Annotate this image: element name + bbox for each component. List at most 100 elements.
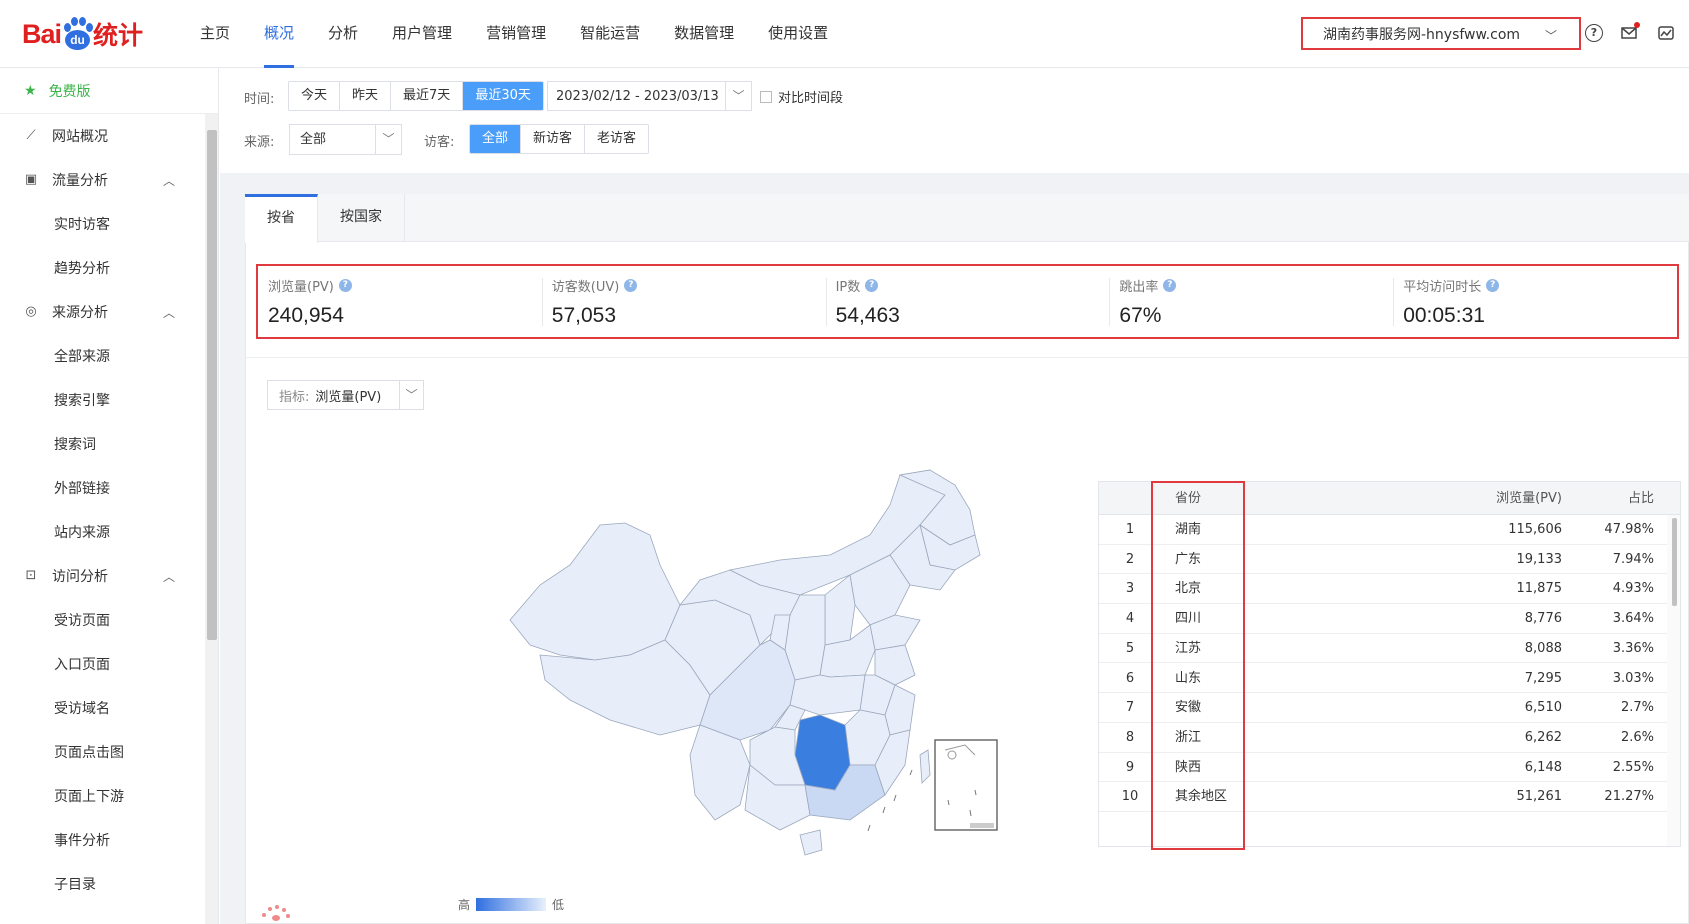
- row-pv: 6,148: [1524, 759, 1562, 775]
- sidebar-item-label: 受访域名: [54, 701, 110, 717]
- nav-item-settings[interactable]: 使用设置: [768, 0, 828, 68]
- table-scrollbar-thumb[interactable]: [1672, 518, 1677, 606]
- mail-icon[interactable]: [1620, 22, 1640, 42]
- sidebar-item[interactable]: 搜索词: [0, 422, 205, 466]
- sidebar-item-label: 入口页面: [54, 657, 110, 673]
- metric-value: 67%: [1119, 304, 1162, 327]
- sidebar-item-label: 外部链接: [54, 481, 110, 497]
- question-icon[interactable]: ?: [1486, 279, 1500, 292]
- row-share: 47.98%: [1604, 522, 1654, 537]
- sidebar-item[interactable]: 站内来源: [0, 510, 205, 554]
- metric-ip: IP数? 54,463: [825, 266, 1110, 337]
- metric-label: 平均访问时长: [1403, 280, 1482, 295]
- sidebar-item[interactable]: 全部来源: [0, 334, 205, 378]
- sidebar-item[interactable]: 子目录: [0, 862, 205, 906]
- site-selector[interactable]: 湖南药事服务网-hnysfww.com ﹀: [1301, 17, 1581, 50]
- nav-item-overview[interactable]: 概况: [264, 0, 295, 68]
- time-range-buttons: 今天 昨天 最近7天 最近30天: [288, 81, 544, 111]
- nav-item-data-management[interactable]: 数据管理: [674, 0, 734, 68]
- row-share: 21.27%: [1604, 789, 1654, 805]
- paw-icon: du: [62, 17, 94, 51]
- sidebar-item[interactable]: 页面上下游: [0, 774, 205, 818]
- row-share: 2.7%: [1620, 700, 1654, 716]
- visitor-new-button[interactable]: 新访客: [521, 125, 586, 153]
- sidebar-item[interactable]: ⟋ 网站概况: [0, 114, 205, 158]
- nav-item-user-management[interactable]: 用户管理: [392, 0, 452, 68]
- sidebar-menu: ⟋ 网站概况 ▣ 流量分析 ︿ 实时访客 趋势分析 ◎ 来源分析 ︿ 全部来源搜索引擎搜索词外部链接…: [0, 114, 205, 906]
- metric-label: 浏览量(PV): [268, 280, 334, 295]
- source-select[interactable]: 全部 ﹀: [289, 124, 402, 155]
- compare-checkbox[interactable]: [760, 90, 772, 103]
- compare-label: 对比时间段: [778, 91, 844, 106]
- sidebar-item-label: 来源分析: [52, 305, 108, 321]
- metric-label: 跳出率: [1119, 280, 1159, 295]
- divider: [245, 357, 1689, 358]
- nav-item-smart-ops[interactable]: 智能运营: [580, 0, 640, 68]
- traffic-icon: ▣: [24, 172, 38, 187]
- tab-by-province[interactable]: 按省: [245, 194, 318, 243]
- chevron-up-icon: ︿: [162, 570, 175, 584]
- date-range-picker[interactable]: 2023/02/12 - 2023/03/13 ﹀: [547, 81, 752, 111]
- visitor-all-button[interactable]: 全部: [470, 125, 522, 153]
- help-icon[interactable]: ?: [1585, 24, 1603, 42]
- sidebar-item-label: 页面上下游: [54, 789, 124, 805]
- question-icon[interactable]: ?: [865, 279, 879, 292]
- visit-icon: ⊡: [25, 568, 37, 583]
- line-chart-icon: ⟋: [26, 128, 36, 143]
- time-30days-button[interactable]: 最近30天: [463, 82, 543, 110]
- baidu-tongji-logo[interactable]: Bai du 统计: [22, 14, 143, 54]
- question-icon[interactable]: ?: [1163, 279, 1177, 292]
- map-region-taiwan: [919, 749, 931, 784]
- header-pv[interactable]: 浏览量(PV): [1379, 482, 1562, 515]
- nav-item-marketing[interactable]: 营销管理: [486, 0, 546, 68]
- sidebar-item-label: 事件分析: [54, 833, 110, 849]
- legend-low: 低: [552, 898, 565, 912]
- sidebar-item[interactable]: 事件分析: [0, 818, 205, 862]
- sidebar-item[interactable]: 趋势分析: [0, 246, 205, 290]
- china-map[interactable]: [500, 465, 1040, 875]
- sidebar-item[interactable]: 入口页面: [0, 642, 205, 686]
- sidebar-item[interactable]: 受访域名: [0, 686, 205, 730]
- sidebar-item-label: 网站概况: [52, 129, 108, 145]
- map-region-hainan: [799, 829, 823, 856]
- metric-avg-duration: 平均访问时长? 00:05:31: [1393, 266, 1677, 337]
- sidebar-item[interactable]: 搜索引擎: [0, 378, 205, 422]
- metric-pv: 浏览量(PV)? 240,954: [258, 266, 542, 337]
- header-share[interactable]: 占比: [1569, 482, 1654, 515]
- main-nav: 主页 概况 分析 用户管理 营销管理 智能运营 数据管理 使用设置: [200, 0, 862, 68]
- sidebar-item[interactable]: 页面点击图: [0, 730, 205, 774]
- edition-badge: ★ 免费版: [0, 68, 218, 114]
- metric-value: 54,463: [835, 304, 900, 327]
- time-label: 时间:: [244, 92, 275, 107]
- nav-item-analysis[interactable]: 分析: [328, 0, 358, 68]
- logo-stat-text: 统计: [93, 21, 144, 50]
- sidebar-item[interactable]: 受访页面: [0, 598, 205, 642]
- sidebar-item[interactable]: 实时访客: [0, 202, 205, 246]
- metric-value: 57,053: [551, 304, 617, 327]
- metric-value: 240,954: [268, 304, 344, 327]
- nav-item-home[interactable]: 主页: [200, 0, 230, 68]
- row-share: 4.93%: [1612, 581, 1654, 597]
- time-today-button[interactable]: 今天: [289, 82, 341, 110]
- sidebar-item[interactable]: ▣ 流量分析 ︿: [0, 158, 205, 202]
- time-yesterday-button[interactable]: 昨天: [340, 82, 392, 110]
- indicator-value: 浏览量(PV): [315, 389, 382, 405]
- logo-bai-text: Bai: [22, 18, 62, 49]
- sidebar-item[interactable]: ◎ 来源分析 ︿: [0, 290, 205, 334]
- time-7days-button[interactable]: 最近7天: [391, 82, 464, 110]
- tab-by-country[interactable]: 按国家: [318, 194, 405, 242]
- visitor-returning-button[interactable]: 老访客: [585, 125, 649, 153]
- compare-period-toggle[interactable]: 对比时间段: [760, 87, 843, 106]
- chevron-up-icon: ︿: [162, 174, 175, 188]
- sidebar-item-label: 搜索词: [54, 437, 96, 453]
- sidebar-item-label: 页面点击图: [54, 745, 124, 761]
- sidebar-item-label: 搜索引擎: [54, 393, 110, 409]
- sidebar-scrollbar-thumb[interactable]: [207, 130, 217, 640]
- visitor-type-buttons: 全部 新访客 老访客: [469, 124, 650, 154]
- indicator-select[interactable]: 指标: 浏览量(PV) ﹀: [267, 380, 424, 410]
- sidebar-item[interactable]: ⊡ 访问分析 ︿: [0, 554, 205, 598]
- report-icon[interactable]: [1657, 24, 1675, 42]
- question-icon[interactable]: ?: [624, 279, 638, 292]
- question-icon[interactable]: ?: [338, 279, 352, 292]
- sidebar-item[interactable]: 外部链接: [0, 466, 205, 510]
